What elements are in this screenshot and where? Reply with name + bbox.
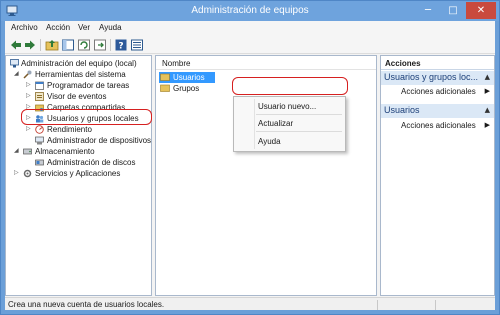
list-item-label: Grupos: [173, 84, 200, 93]
list-item-label: Usuarios: [173, 73, 205, 82]
tree-item-label: Rendimiento: [47, 125, 92, 134]
highlight-usuario-nuevo: [232, 77, 348, 95]
services-icon: [23, 169, 32, 178]
status-divider: [377, 300, 378, 310]
list-item-grupos[interactable]: Grupos: [159, 83, 215, 94]
toolbar: ?: [5, 36, 495, 54]
status-divider: [435, 300, 436, 310]
export-icon[interactable]: [93, 38, 107, 52]
column-header-nombre[interactable]: Nombre: [156, 56, 376, 70]
menu-gutter: [254, 99, 255, 149]
storage-icon: [23, 148, 32, 155]
help-icon[interactable]: ?: [114, 38, 128, 52]
task-scheduler-icon: [35, 81, 44, 90]
action-group-title: Usuarios y grupos loc...: [384, 72, 479, 82]
menu-separator: [256, 131, 342, 132]
tree-item-label: Almacenamiento: [35, 147, 95, 156]
up-folder-icon[interactable]: [45, 38, 59, 52]
event-viewer-icon: [35, 92, 44, 101]
collapse-icon[interactable]: ◢: [14, 146, 21, 157]
menu-bar: Archivo Acción Ver Ayuda: [5, 21, 495, 36]
expand-icon[interactable]: ▷: [26, 80, 33, 91]
list-item-usuarios[interactable]: Usuarios: [159, 72, 215, 83]
actions-title: Acciones: [381, 56, 494, 70]
menu-ayuda[interactable]: Ayuda: [99, 23, 122, 32]
maximize-button[interactable]: □: [441, 2, 465, 19]
status-bar: Crea una nueva cuenta de usuarios locale…: [5, 297, 495, 310]
console-tree[interactable]: Administración del equipo (local) ◢ Herr…: [5, 55, 152, 296]
app-window: Administración de equipos ─ □ ✕ Archivo …: [0, 0, 500, 315]
tree-item-label: Administración de discos: [47, 158, 136, 167]
back-icon[interactable]: [9, 38, 23, 52]
collapse-icon[interactable]: ◢: [14, 69, 21, 80]
menu-separator: [256, 114, 342, 115]
disk-management-icon: [35, 159, 44, 166]
tree-item-label: Servicios y Aplicaciones: [35, 169, 121, 178]
title-bar[interactable]: Administración de equipos ─ □ ✕: [1, 1, 499, 21]
collapse-up-icon[interactable]: ▲: [485, 106, 490, 114]
action-group-usuarios[interactable]: Usuarios ▲: [381, 104, 494, 118]
refresh-icon[interactable]: [77, 38, 91, 52]
expand-icon[interactable]: ▷: [14, 168, 21, 179]
minimize-button[interactable]: ─: [416, 2, 440, 19]
client-area: Archivo Acción Ver Ayuda ? Administració…: [5, 21, 495, 310]
menu-item-usuario-nuevo[interactable]: Usuario nuevo...: [258, 102, 316, 111]
action-group-title: Usuarios: [384, 105, 420, 115]
device-manager-icon: [35, 136, 44, 145]
context-menu: Usuario nuevo... Actualizar Ayuda: [233, 96, 346, 152]
folder-icon: [160, 84, 170, 92]
performance-icon: [35, 125, 44, 134]
submenu-arrow-icon[interactable]: ▶: [485, 87, 490, 95]
highlight-usuarios-grupos: [21, 109, 152, 125]
expand-icon[interactable]: ▷: [26, 91, 33, 102]
menu-archivo[interactable]: Archivo: [11, 23, 38, 32]
tree-item-label: Administración del equipo (local): [21, 59, 137, 68]
tree-item-label: Visor de eventos: [47, 92, 107, 101]
properties-icon[interactable]: [130, 38, 144, 52]
tools-icon: [23, 70, 32, 79]
menu-item-actualizar[interactable]: Actualizar: [258, 119, 293, 128]
tree-item-label: Administrador de dispositivos: [47, 136, 152, 145]
tree-item-label: Programador de tareas: [47, 81, 130, 90]
menu-item-ayuda[interactable]: Ayuda: [258, 137, 281, 146]
close-button[interactable]: ✕: [466, 2, 496, 19]
status-text: Crea una nueva cuenta de usuarios locale…: [8, 300, 165, 309]
expand-icon[interactable]: ▷: [26, 124, 33, 135]
action-acciones-adicionales[interactable]: Acciones adicionales: [401, 87, 476, 96]
show-hide-tree-icon[interactable]: [61, 38, 75, 52]
menu-ver[interactable]: Ver: [78, 23, 90, 32]
svg-text:?: ?: [118, 42, 123, 52]
toolbar-separator: [40, 39, 41, 51]
menu-accion[interactable]: Acción: [46, 23, 70, 32]
action-group-usuarios-grupos[interactable]: Usuarios y grupos loc... ▲: [381, 71, 494, 85]
collapse-up-icon[interactable]: ▲: [485, 73, 490, 81]
actions-pane: Acciones Usuarios y grupos loc... ▲ Acci…: [380, 55, 495, 296]
computer-management-icon: [10, 59, 19, 68]
folder-icon: [160, 73, 170, 81]
toolbar-separator: [110, 39, 111, 51]
forward-icon[interactable]: [23, 38, 37, 52]
tree-item-label: Herramientas del sistema: [35, 70, 126, 79]
submenu-arrow-icon[interactable]: ▶: [485, 121, 490, 129]
action-acciones-adicionales[interactable]: Acciones adicionales: [401, 121, 476, 130]
